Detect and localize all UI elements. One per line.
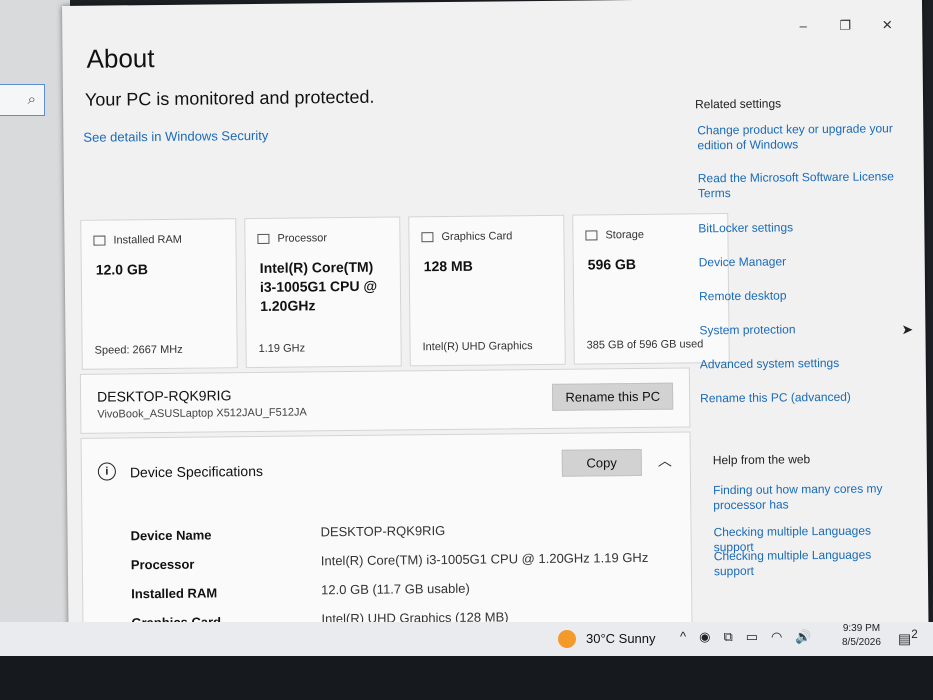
card-label: Graphics Card <box>441 230 513 244</box>
related-link-bitlocker[interactable]: BitLocker settings <box>698 219 898 236</box>
spec-cards: Installed RAM 12.0 GB Speed: 2667 MHz Pr… <box>80 213 730 370</box>
help-link-languages[interactable]: Checking multiple Languages support <box>714 547 914 579</box>
spec-label: Processor <box>130 556 195 573</box>
page-title: About <box>86 43 155 74</box>
processor-icon <box>257 233 270 244</box>
spec-value: 12.0 GB (11.7 GB usable) <box>321 580 470 598</box>
related-link-remote-desktop[interactable]: Remote desktop <box>699 287 899 304</box>
clock-time: 9:39 PM <box>842 623 881 634</box>
protection-status: Your PC is monitored and protected. <box>84 86 375 110</box>
chevron-up-icon[interactable]: ︿ <box>658 451 672 471</box>
weather-sun-icon[interactable] <box>558 630 576 648</box>
card-footer: 385 GB of 596 GB used <box>586 338 704 352</box>
rename-pc-button[interactable]: Rename this PC <box>552 382 674 411</box>
mouse-cursor-icon: ➤ <box>901 321 914 338</box>
weather-text[interactable]: 30°C Sunny <box>586 631 656 646</box>
copy-button[interactable]: Copy <box>561 448 642 477</box>
background-search-box[interactable]: ⌕ <box>0 84 45 116</box>
pc-name: DESKTOP-RQK9RIG <box>97 387 232 405</box>
spec-label: Device Name <box>130 527 212 544</box>
card-footer: Speed: 2667 MHz <box>94 343 183 357</box>
show-hidden-icons-icon[interactable]: ^ <box>680 629 686 645</box>
spec-value: Intel(R) Core(TM) i3-1005G1 CPU @ 1.20GH… <box>320 549 649 569</box>
clock-date: 8/5/2026 <box>842 637 881 648</box>
card-label: Storage <box>605 228 645 242</box>
graphics-card-icon <box>421 232 434 243</box>
related-link-license-terms[interactable]: Read the Microsoft Software License Term… <box>698 169 898 201</box>
maximize-button[interactable]: ❐ <box>838 18 852 34</box>
specs-title: Device Specifications <box>129 462 264 481</box>
volume-icon[interactable]: 🔊 <box>795 629 811 645</box>
card-label: Processor <box>277 232 328 245</box>
taskbar: 30°C Sunny ^ ◉ ⧉ ▭ ◠ 🔊 9:39 PM 8/5/2026 … <box>0 622 933 656</box>
wifi-icon[interactable]: ◠ <box>771 629 782 645</box>
pc-model: VivoBook_ASUSLaptop X512JAU_F512JA <box>97 406 307 421</box>
battery-icon[interactable]: ▭ <box>746 629 758 645</box>
card-value: 128 MB <box>423 257 473 275</box>
notification-center-icon[interactable]: ▤2 <box>898 628 918 648</box>
card-installed-ram: Installed RAM 12.0 GB Speed: 2667 MHz <box>80 218 238 370</box>
related-link-product-key[interactable]: Change product key or upgrade your editi… <box>697 121 897 153</box>
clock[interactable]: 9:39 PM 8/5/2026 <box>842 622 881 650</box>
device-specifications-panel: i Device Specifications Copy ︿ Device Na… <box>80 431 693 640</box>
card-label: Installed RAM <box>113 233 183 247</box>
storage-icon <box>585 230 598 241</box>
about-window: – ❐ ✕ About Your PC is monitored and pro… <box>62 0 929 640</box>
app-tray-icon[interactable]: ⧉ <box>723 629 732 645</box>
card-graphics: Graphics Card 128 MB Intel(R) UHD Graphi… <box>408 214 566 367</box>
related-link-advanced-system-settings[interactable]: Advanced system settings <box>700 355 900 372</box>
card-value: Intel(R) Core(TM) i3-1005G1 CPU @ 1.20GH… <box>259 258 378 314</box>
help-link-cores[interactable]: Finding out how many cores my processor … <box>713 481 913 513</box>
card-footer: Intel(R) UHD Graphics <box>422 340 533 354</box>
search-icon: ⌕ <box>27 91 36 108</box>
windows-security-link[interactable]: See details in Windows Security <box>83 128 268 145</box>
card-footer: 1.19 GHz <box>258 342 306 355</box>
info-icon: i <box>97 462 116 481</box>
system-tray: ^ ◉ ⧉ ▭ ◠ 🔊 <box>680 629 812 645</box>
record-icon[interactable]: ◉ <box>699 629 710 645</box>
minimize-button[interactable]: – <box>796 18 810 34</box>
related-link-system-protection[interactable]: System protection <box>699 321 899 338</box>
spec-label: Installed RAM <box>131 585 218 602</box>
related-link-device-manager[interactable]: Device Manager <box>699 253 899 270</box>
notification-count: 2 <box>911 628 918 641</box>
laptop-bezel <box>0 656 933 700</box>
card-processor: Processor Intel(R) Core(TM) i3-1005G1 CP… <box>244 216 402 369</box>
ram-icon <box>93 235 106 246</box>
related-link-rename-pc-advanced[interactable]: Rename this PC (advanced) <box>700 389 900 406</box>
pc-name-panel: DESKTOP-RQK9RIG VivoBook_ASUSLaptop X512… <box>79 367 691 434</box>
spec-value: DESKTOP-RQK9RIG <box>320 523 446 540</box>
related-settings-title: Related settings <box>694 96 782 112</box>
help-from-web-title: Help from the web <box>712 452 811 468</box>
window-controls: – ❐ ✕ <box>796 17 894 34</box>
card-value: 12.0 GB <box>95 261 148 278</box>
close-button[interactable]: ✕ <box>880 17 894 33</box>
